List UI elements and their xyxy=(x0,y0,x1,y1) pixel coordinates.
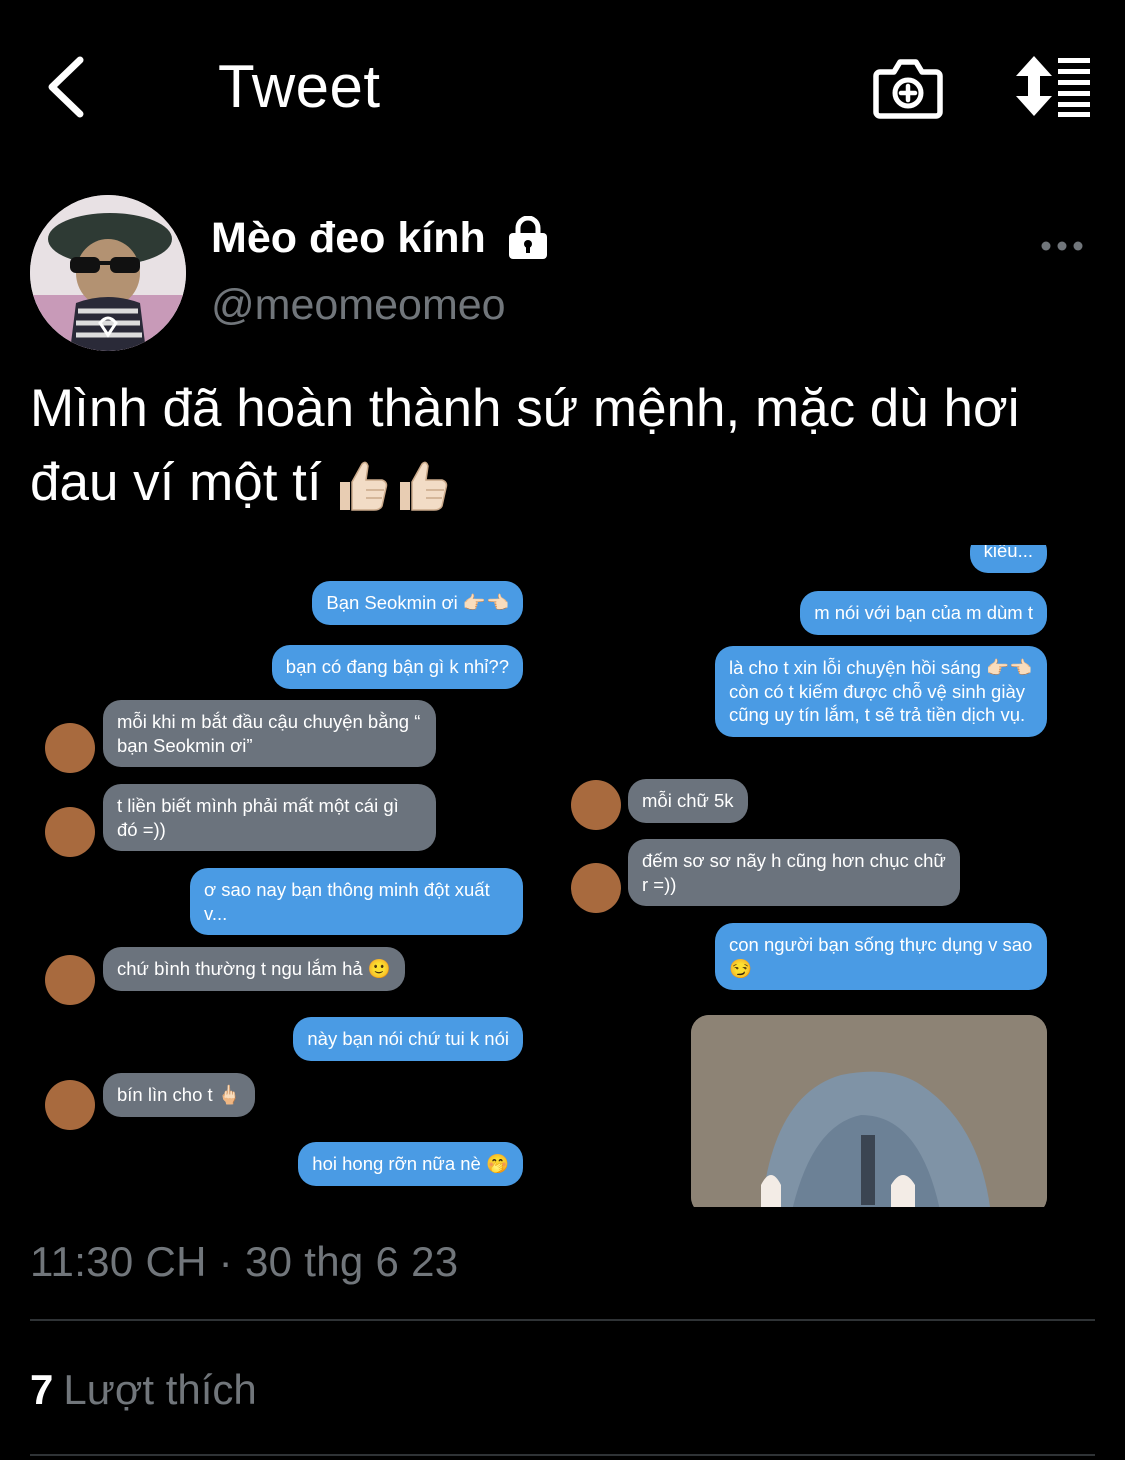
sort-button[interactable] xyxy=(1012,54,1094,118)
chat-bubble-incoming: bín lìn cho t 🖕🏻 xyxy=(103,1073,255,1117)
chat-bubble-incoming: đếm sơ sơ nãy h cũng hơn chục chữ r =)) xyxy=(628,839,960,906)
tweet-text: Mình đã hoàn thành sứ mệnh, mặc dù hơi đ… xyxy=(30,372,1105,520)
lock-icon xyxy=(508,216,547,259)
chat-avatar xyxy=(45,955,95,1005)
chat-avatar xyxy=(45,807,95,857)
likes-label: Lượt thích xyxy=(63,1366,257,1413)
chat-avatar xyxy=(45,1080,95,1130)
more-button[interactable] xyxy=(1040,232,1084,260)
more-icon xyxy=(1041,241,1083,251)
camera-button[interactable] xyxy=(872,54,944,120)
chat-bubble-incoming: t liền biết mình phải mất một cái gì đó … xyxy=(103,784,436,851)
chat-bubble-incoming: mỗi khi m bắt đầu cậu chuyện bằng “ bạn … xyxy=(103,700,436,767)
tweet-body: Mình đã hoàn thành sứ mệnh, mặc dù hơi đ… xyxy=(30,379,1020,512)
avatar[interactable] xyxy=(30,195,186,351)
back-button[interactable] xyxy=(40,52,100,122)
chat-sticker-image xyxy=(691,1015,1047,1207)
chat-bubble-outgoing: m nói với bạn của m dùm t xyxy=(800,591,1047,635)
author-handle[interactable]: @meomeomeo xyxy=(211,276,506,334)
chat-bubble-outgoing: là cho t xin lỗi chuyện hồi sáng 👉🏻👈🏻 cò… xyxy=(715,646,1047,737)
thumbs-up-icon xyxy=(339,461,387,511)
chat-bubble-outgoing: hoi hong rỡn nữa nè 🤭 xyxy=(298,1142,523,1186)
chat-bubble-outgoing: kiểu... xyxy=(969,545,1047,573)
camera-plus-icon xyxy=(873,59,943,119)
chat-bubble-outgoing: ơ sao nay bạn thông minh đột xuất v... xyxy=(190,868,523,935)
sort-list-icon xyxy=(1016,56,1090,117)
tweet-emoji xyxy=(336,458,448,514)
page-title: Tweet xyxy=(218,53,381,120)
chevron-left-icon xyxy=(48,56,84,118)
media-image-right[interactable]: kiểu... m nói với bạn của m dùm t là cho… xyxy=(557,545,1057,1207)
thumbs-up-icon xyxy=(399,461,447,511)
chat-avatar xyxy=(571,863,621,913)
chat-bubble-incoming: mỗi chữ 5k xyxy=(628,779,748,823)
author-display-name[interactable]: Mèo đeo kính xyxy=(211,208,486,268)
media-image-left[interactable]: Bạn Seokmin ơi 👉🏻👈🏻 bạn có đang bận gì k… xyxy=(30,545,535,1207)
tweet-timestamp[interactable]: 11:30 CH · 30 thg 6 23 xyxy=(30,1236,458,1288)
chat-avatar xyxy=(45,723,95,773)
likes-number: 7 xyxy=(30,1366,54,1413)
chat-bubble-outgoing: bạn có đang bận gì k nhỉ?? xyxy=(271,645,523,689)
divider xyxy=(30,1319,1095,1321)
divider xyxy=(30,1454,1095,1456)
chat-bubble-outgoing: này bạn nói chứ tui k nói xyxy=(293,1017,523,1061)
chat-bubble-outgoing: con người bạn sống thực dụng v sao 😏 xyxy=(715,923,1047,990)
chat-bubble-outgoing: Bạn Seokmin ơi 👉🏻👈🏻 xyxy=(312,581,523,625)
chat-bubble-incoming: chứ bình thường t ngu lắm hả 🙂 xyxy=(103,947,405,991)
likes-count[interactable]: 7 Lượt thích xyxy=(30,1364,257,1416)
author-name-row: Mèo đeo kính xyxy=(211,208,550,268)
chat-avatar xyxy=(571,780,621,830)
